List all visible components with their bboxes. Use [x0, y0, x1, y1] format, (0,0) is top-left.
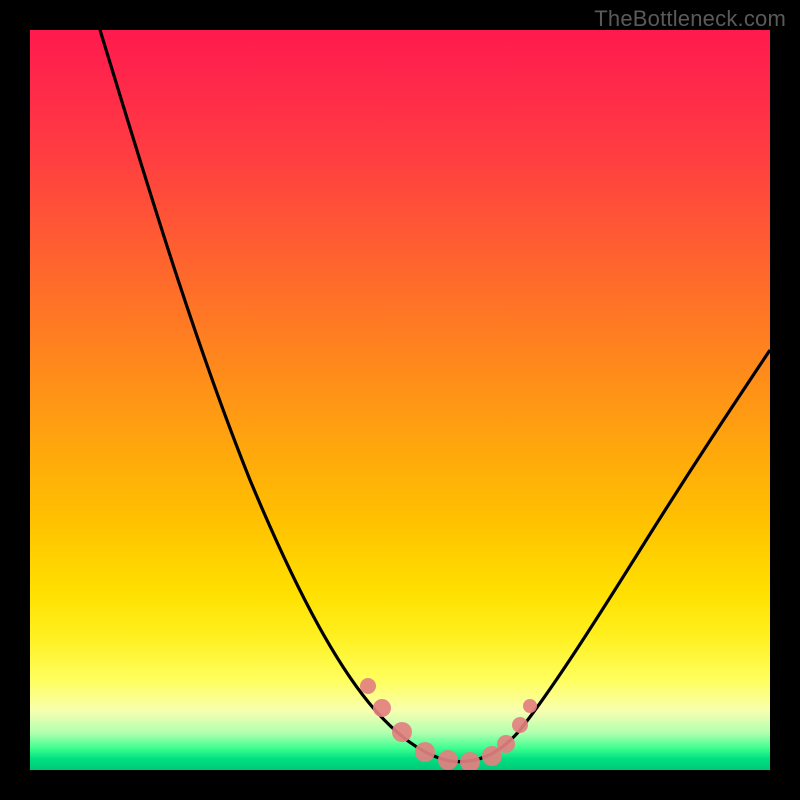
curve-marker [497, 735, 515, 753]
curve-marker [460, 752, 480, 770]
curve-marker [438, 750, 458, 770]
bottleneck-curve [100, 30, 770, 762]
curve-layer [30, 30, 770, 770]
curve-marker [360, 678, 376, 694]
curve-marker [392, 722, 412, 742]
curve-marker [523, 699, 537, 713]
chart-frame: TheBottleneck.com [0, 0, 800, 800]
curve-marker [512, 717, 528, 733]
plot-area [30, 30, 770, 770]
watermark-text: TheBottleneck.com [594, 6, 786, 32]
curve-marker [415, 742, 435, 762]
curve-marker [373, 699, 391, 717]
